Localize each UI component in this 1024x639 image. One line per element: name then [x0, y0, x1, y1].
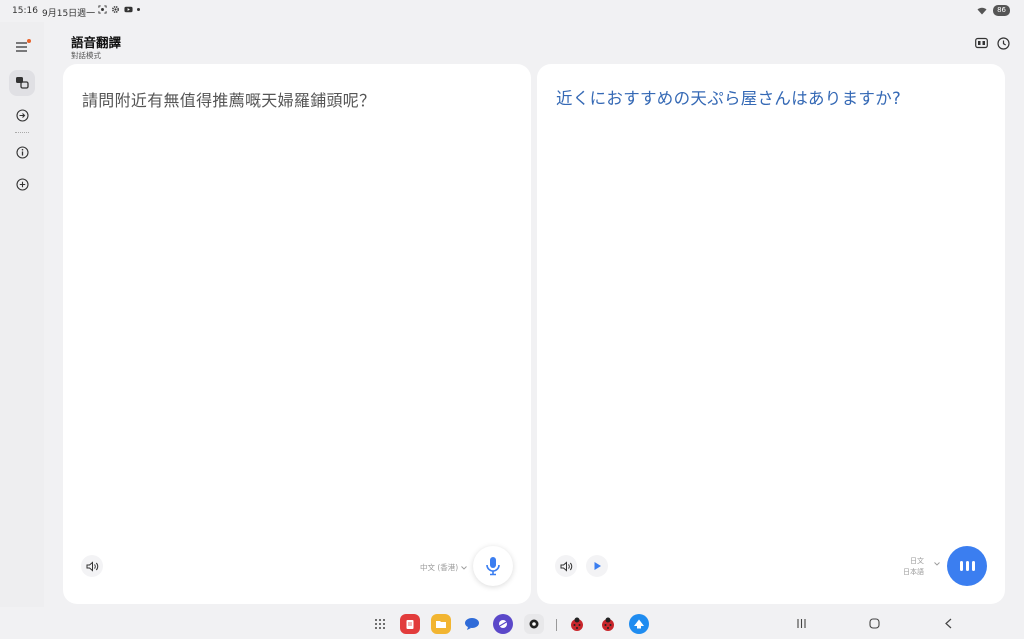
- voice-level-bar: [959, 561, 963, 571]
- translation-speak-button[interactable]: [555, 555, 577, 577]
- wifi-icon: [977, 7, 987, 14]
- menu-button[interactable]: [9, 34, 35, 60]
- translation-panel: 近くにおすすめの天ぷら屋さんはありますか? 日文 日本語: [537, 64, 1005, 604]
- voice-level-bar: [965, 561, 969, 571]
- back-icon[interactable]: [944, 618, 953, 629]
- status-time: 15:16: [12, 6, 38, 16]
- battery-level: 86: [993, 5, 1010, 16]
- info-icon: [15, 145, 29, 159]
- youtube-icon: [124, 6, 133, 13]
- conversation-mode-button[interactable]: [9, 70, 35, 96]
- folder-icon: [436, 621, 446, 628]
- export-button[interactable]: [9, 102, 35, 128]
- add-icon: [15, 177, 29, 191]
- chat-bubble-icon: [465, 618, 479, 630]
- page-title: 語音翻譯: [71, 35, 122, 50]
- source-language-select[interactable]: 中文 (香港): [420, 562, 468, 573]
- microphone-button[interactable]: [473, 546, 513, 586]
- camera-app-icon[interactable]: [524, 614, 544, 634]
- app-drawer-button[interactable]: [370, 614, 390, 634]
- header-actions: [975, 37, 1010, 50]
- settings-icon: [112, 6, 119, 13]
- target-language-select[interactable]: 日文 日本語: [903, 556, 924, 578]
- chevron-down-icon: [934, 562, 940, 566]
- files-app-icon[interactable]: [431, 614, 451, 634]
- add-button[interactable]: [9, 171, 35, 197]
- menu-icon: [16, 42, 27, 52]
- arrow-up-icon: [634, 619, 644, 629]
- voice-level-bar: [971, 561, 975, 571]
- status-date: 9月15日週一: [42, 9, 96, 19]
- microphone-icon: [486, 557, 500, 576]
- taskbar: [0, 609, 1024, 639]
- ladybug-icon: [602, 617, 614, 631]
- planet-icon: [497, 620, 509, 628]
- page-subtitle: 對話模式: [71, 51, 101, 60]
- split-screen-icon[interactable]: [975, 37, 988, 49]
- ladybug-app-icon-2[interactable]: [598, 614, 618, 634]
- ladybug-app-icon[interactable]: [567, 614, 587, 634]
- camera-lens-icon: [529, 619, 539, 629]
- source-panel: 請問附近有無值得推薦嘅天婦羅鋪頭呢？ 中文 (香港): [63, 64, 531, 604]
- messages-app-icon[interactable]: [462, 614, 482, 634]
- play-button[interactable]: [586, 555, 608, 577]
- translation-text[interactable]: 近くにおすすめの天ぷら屋さんはありますか?: [556, 85, 901, 109]
- recent-apps-icon[interactable]: [796, 618, 807, 629]
- conversation-icon: [16, 77, 29, 89]
- status-bar: 15:16 9月15日週一 86: [0, 0, 1024, 22]
- export-icon: [15, 108, 29, 122]
- info-button[interactable]: [9, 139, 35, 165]
- speaker-icon: [560, 560, 572, 572]
- source-language-label: 中文 (香港): [420, 563, 459, 572]
- play-icon: [594, 562, 601, 570]
- app-drawer-icon: [375, 619, 385, 629]
- browser-app-icon[interactable]: [493, 614, 513, 634]
- source-text[interactable]: 請問附近有無值得推薦嘅天婦羅鋪頭呢？: [82, 87, 375, 111]
- sidebar-divider: [15, 132, 29, 133]
- ladybug-icon: [571, 617, 583, 631]
- taskbar-divider: [556, 619, 557, 631]
- store-app-icon[interactable]: [629, 614, 649, 634]
- history-icon[interactable]: [997, 37, 1010, 50]
- source-speak-button[interactable]: [81, 555, 103, 577]
- speaker-icon: [86, 560, 98, 572]
- listening-button[interactable]: [947, 546, 987, 586]
- chevron-down-icon: [461, 565, 468, 570]
- notes-glyph-icon: [406, 619, 414, 629]
- notification-dot: [27, 39, 31, 43]
- sidebar: [0, 22, 44, 607]
- notes-app-icon[interactable]: [400, 614, 420, 634]
- target-language-native-label: 日本語: [903, 568, 924, 576]
- target-language-label: 日文: [910, 557, 924, 565]
- screenshot-icon: [98, 5, 107, 14]
- home-icon[interactable]: [869, 618, 880, 629]
- status-notification-icons: [98, 5, 140, 14]
- more-notifications-dot-icon: [137, 8, 140, 11]
